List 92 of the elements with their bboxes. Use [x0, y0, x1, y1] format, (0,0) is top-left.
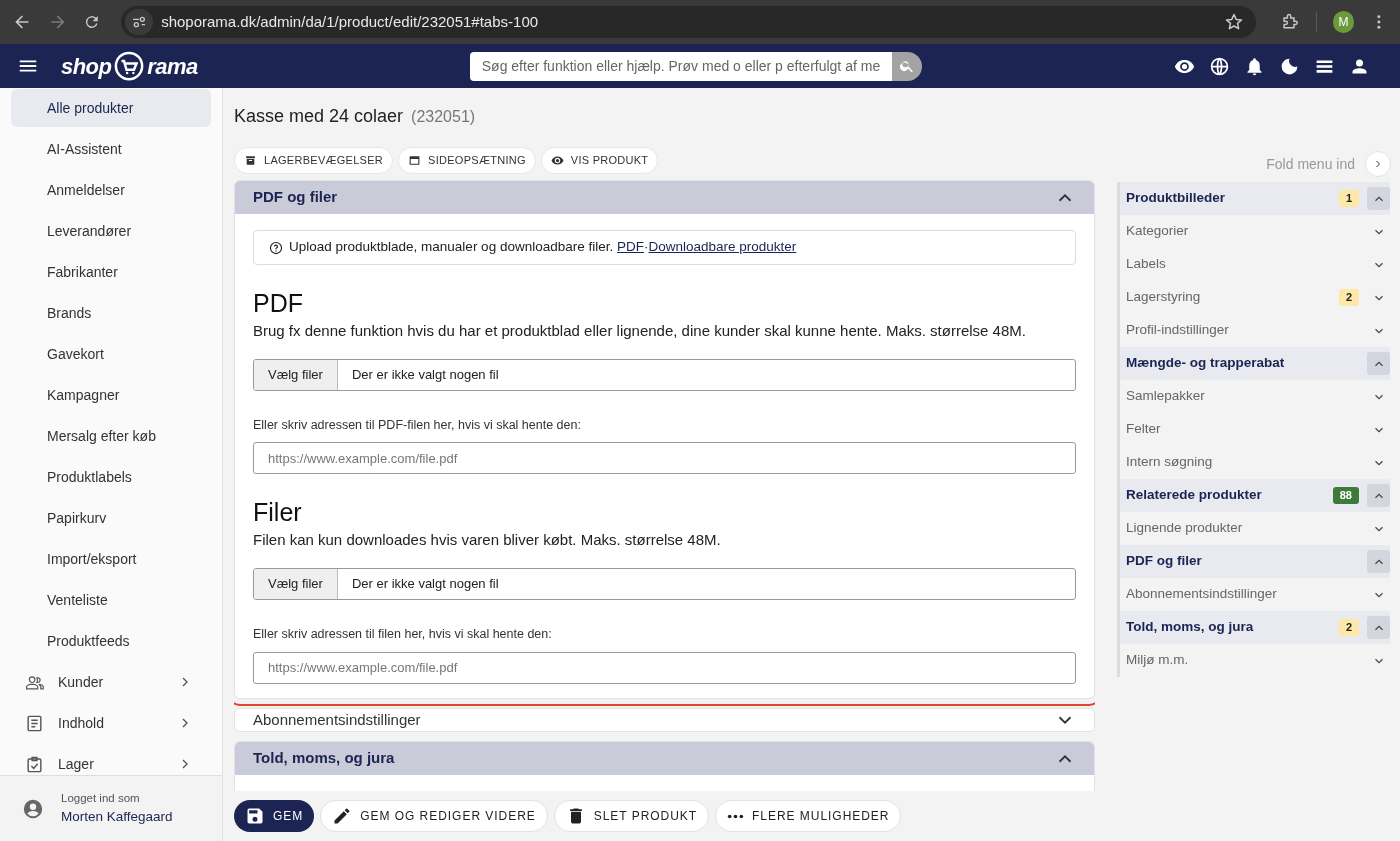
menu-item[interactable]: Mængde- og trapperabat: [1120, 347, 1390, 380]
user-name: Morten Kaffegaard: [61, 808, 173, 826]
sidebar-item[interactable]: Kunder: [11, 663, 211, 701]
page-title: Kasse med 24 colaer: [234, 105, 404, 128]
file-status: Der er ikke valgt nogen fil: [351, 365, 499, 384]
count-badge: 2: [1338, 289, 1359, 306]
choose-file-button[interactable]: Vælg filer: [254, 568, 338, 599]
action-pill[interactable]: SIDEOPSÆTNING: [398, 147, 536, 174]
sidebar-item[interactable]: Import/eksport: [11, 540, 211, 578]
save-icon: [245, 806, 265, 826]
collapse-toggle[interactable]: [1367, 616, 1390, 639]
more-icon: [727, 813, 745, 819]
menu-item[interactable]: Samlepakker: [1120, 380, 1390, 413]
count-badge: 88: [1332, 487, 1359, 504]
address-bar[interactable]: shoporama.dk/admin/da/1/product/edit/232051#tabs-100: [121, 6, 1256, 38]
footer-button[interactable]: GEM OG REDIGER VIDERE: [320, 800, 548, 832]
globe-icon[interactable]: [1209, 55, 1230, 77]
menu-item[interactable]: Labels: [1120, 248, 1390, 281]
sidebar-item[interactable]: Leverandører: [11, 212, 211, 250]
file-field[interactable]: Vælg filer Der er ikke valgt nogen fil: [253, 567, 1076, 600]
menu-item[interactable]: Abonnementsindstillinger: [1120, 578, 1390, 611]
menu-item[interactable]: Felter: [1120, 413, 1390, 446]
sidebar-item[interactable]: Venteliste: [11, 581, 211, 619]
fold-menu-label: Fold menu ind: [1266, 154, 1355, 174]
search-field[interactable]: Søg efter funktion eller hjælp. Prøv med o eller p efterfulgt af me: [469, 51, 892, 81]
site-settings-icon[interactable]: [131, 14, 148, 30]
block-heading: PDF: [253, 288, 304, 319]
block-description: Filen kan kun downloades hvis varen bliver købt. Maks. størrelse 48M.: [253, 530, 722, 551]
sidebar-item[interactable]: Lager: [11, 745, 211, 775]
block-heading: Filer: [253, 497, 303, 529]
action-pill[interactable]: VIS PRODUKT: [540, 147, 659, 174]
block-description: Brug fx denne funktion hvis du har et produktblad eller lignende, dine kunder skal kunne hente. Maks. størrelse 48M.: [253, 321, 1027, 341]
search-button[interactable]: [891, 51, 922, 81]
sidebar-item[interactable]: Papirkurv: [11, 499, 211, 537]
url-label: Eller skriv adressen til filen her, hvis vi skal hente den:: [253, 625, 553, 643]
url-field[interactable]: https://www.example.com/file.pdf: [253, 442, 1076, 475]
section-header[interactable]: Abonnementsindstillinger: [235, 708, 1094, 731]
sidebar-item[interactable]: Kampagner: [11, 376, 211, 414]
sidebar-item[interactable]: AI-Assistent: [11, 130, 211, 168]
action-pill[interactable]: LAGERBEVÆGELSER: [234, 147, 394, 174]
sidebar-item[interactable]: Produktlabels: [11, 458, 211, 496]
file-status: Der er ikke valgt nogen fil: [351, 575, 499, 593]
layout-icon: [408, 154, 422, 167]
menu-item[interactable]: Relaterede produkter 88: [1120, 479, 1390, 512]
menu-item[interactable]: Produktbilleder 1: [1120, 182, 1390, 215]
sidebar-item[interactable]: Gavekort: [11, 335, 211, 373]
url-text: shoporama.dk/admin/da/1/product/edit/232051#tabs-100: [161, 11, 540, 32]
menu-item[interactable]: Intern søgning: [1120, 446, 1390, 479]
sidebar-item[interactable]: Produktfeeds: [11, 622, 211, 660]
cart-icon: [114, 51, 145, 81]
sidebar-item[interactable]: Indhold: [11, 704, 211, 742]
document-icon: [25, 713, 44, 733]
footer-button[interactable]: FLERE MULIGHEDER: [715, 800, 902, 832]
info-text: Upload produktblade, manualer og downloadbare filer. PDF·Downloadbare produkter: [289, 238, 797, 257]
section-header[interactable]: Told, moms, og jura: [235, 742, 1094, 775]
product-id: (232051): [411, 107, 476, 127]
collapse-toggle[interactable]: [1367, 187, 1390, 210]
collapse-toggle[interactable]: [1367, 550, 1390, 573]
menu-item[interactable]: Lagerstyring 2: [1120, 281, 1390, 314]
file-field[interactable]: Vælg filer Der er ikke valgt nogen fil: [253, 358, 1076, 391]
menu-item[interactable]: Miljø m.m.: [1120, 644, 1390, 677]
menu-item[interactable]: Told, moms, og jura 2: [1120, 611, 1390, 644]
menu-item[interactable]: PDF og filer: [1120, 545, 1390, 578]
count-badge: 2: [1338, 619, 1359, 636]
sidebar-item[interactable]: Fabrikanter: [11, 253, 211, 291]
collapse-toggle[interactable]: [1367, 352, 1390, 375]
login-caption: Logget ind som: [61, 790, 141, 806]
sidebar-item[interactable]: Brands: [11, 294, 211, 332]
help-icon: [269, 240, 283, 255]
help-link[interactable]: PDF: [616, 239, 644, 255]
preview-icon: [550, 154, 564, 167]
sidebar-item[interactable]: Alle produkter: [11, 89, 211, 127]
bookmark-star-icon[interactable]: [1223, 12, 1244, 32]
account-icon: [22, 797, 44, 820]
help-link[interactable]: Downloadbare produkter: [648, 239, 797, 255]
section-header[interactable]: PDF og filer: [235, 181, 1094, 214]
footer-button[interactable]: SLET PRODUKT: [553, 800, 710, 832]
box-icon: [244, 154, 257, 167]
url-field[interactable]: https://www.example.com/file.pdf: [253, 651, 1076, 684]
count-badge: 1: [1338, 190, 1359, 207]
clipboard-check-icon: [25, 754, 44, 774]
search-icon: [898, 58, 915, 74]
choose-file-button[interactable]: Vælg filer: [254, 359, 338, 390]
logo[interactable]: shop rama: [61, 49, 198, 83]
sidebar-item[interactable]: Anmeldelser: [11, 171, 211, 209]
footer-button[interactable]: GEM: [234, 800, 315, 832]
menu-item[interactable]: Lignende produkter: [1120, 512, 1390, 545]
url-label: Eller skriv adressen til PDF-filen her, hvis vi skal hente den:: [253, 416, 582, 434]
collapse-toggle[interactable]: [1367, 484, 1390, 507]
menu-item[interactable]: Kategorier: [1120, 215, 1390, 248]
menu-item[interactable]: Profil-indstillinger: [1120, 314, 1390, 347]
sidebar-item[interactable]: Mersalg efter køb: [11, 417, 211, 455]
